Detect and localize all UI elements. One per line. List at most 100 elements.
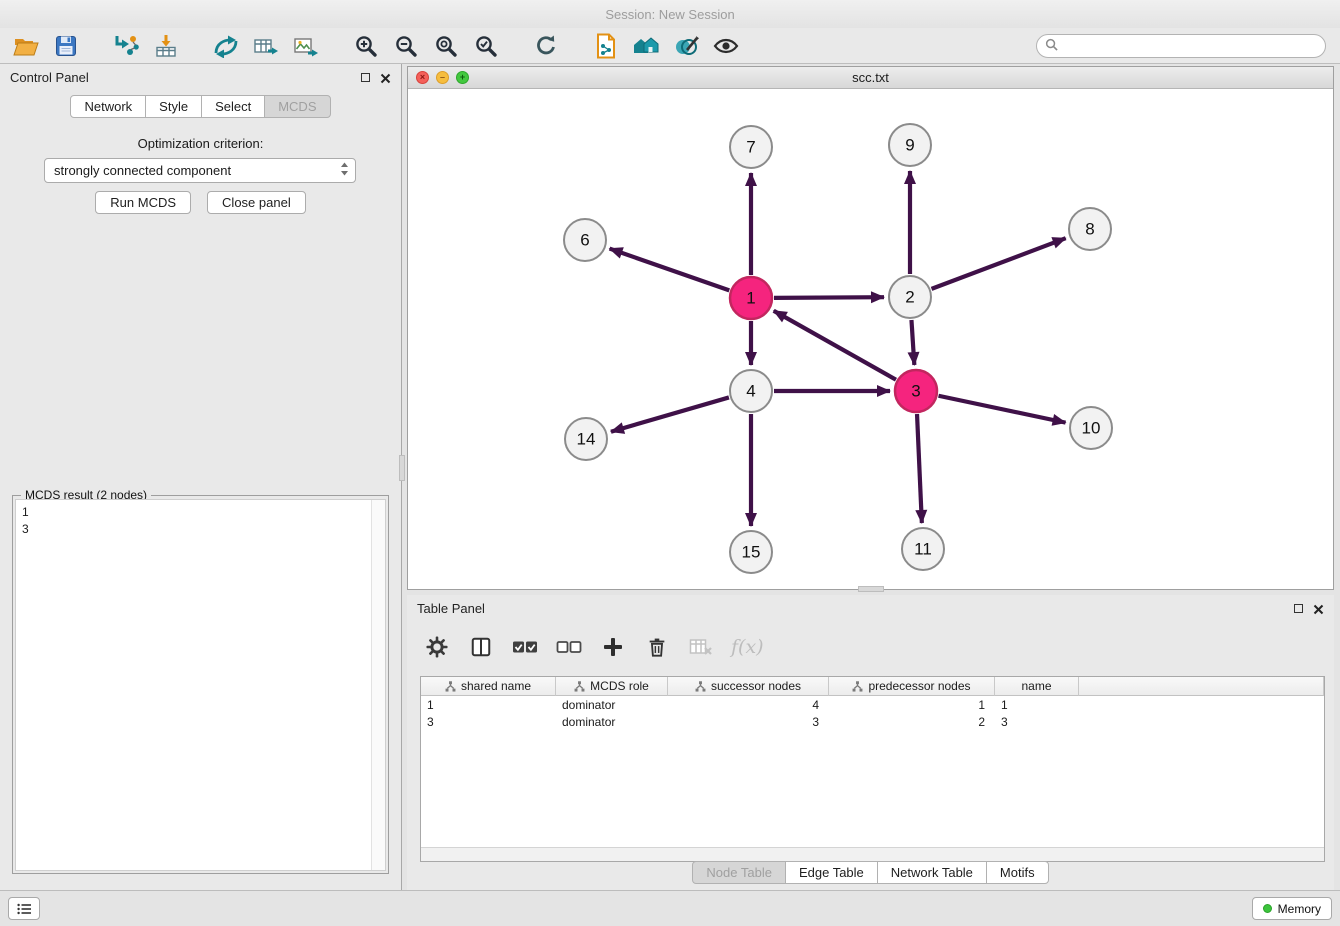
network-graph[interactable]: 7 9 6 8 1 2 4 3 14 10 15 11 [408,89,1333,589]
show-panels-button[interactable] [8,897,40,920]
node-label-14: 14 [577,430,596,449]
zoom-selected-icon[interactable] [470,30,502,62]
new-network-icon[interactable] [210,30,242,62]
edge-1-2[interactable] [774,297,884,298]
tab-network[interactable]: Network [70,95,146,118]
network-canvas[interactable]: 7 9 6 8 1 2 4 3 14 10 15 11 [408,89,1333,589]
unselect-all-icon[interactable] [555,633,583,661]
node-7[interactable]: 7 [730,126,772,168]
cell-mcds-role[interactable]: dominator [556,698,668,712]
node-14[interactable]: 14 [565,418,607,460]
memory-label: Memory [1278,902,1321,916]
node-label-6: 6 [580,231,589,250]
cell-mcds-role[interactable]: dominator [556,715,668,729]
column-selector-icon[interactable] [467,633,495,661]
table-row[interactable]: 1 dominator 4 1 1 [421,696,1324,713]
first-neighbors-icon[interactable] [590,30,622,62]
save-session-icon[interactable] [50,30,82,62]
select-all-icon[interactable] [511,633,539,661]
cell-successor-nodes[interactable]: 3 [668,715,829,729]
memory-button[interactable]: Memory [1252,897,1332,920]
float-panel-icon[interactable] [361,73,370,82]
control-panel-header: Control Panel [0,64,401,90]
cell-predecessor-nodes[interactable]: 1 [829,698,995,712]
cell-shared-name[interactable]: 1 [421,698,556,712]
open-folder-icon[interactable] [10,30,42,62]
node-10[interactable]: 10 [1070,407,1112,449]
edge-3-11[interactable] [917,414,922,523]
node-table[interactable]: shared name MCDS role successor nodes pr… [420,676,1325,862]
export-table-icon[interactable] [250,30,282,62]
import-table-icon[interactable] [150,30,182,62]
network-window-titlebar[interactable]: × – + scc.txt [408,67,1333,89]
column-header-shared-name[interactable]: shared name [421,677,556,696]
column-header-successor-nodes[interactable]: successor nodes [668,677,829,696]
node-1[interactable]: 1 [730,277,772,319]
edge-2-8[interactable] [932,238,1066,289]
node-label-3: 3 [911,382,920,401]
minimize-window-button[interactable]: – [436,71,449,84]
table-row[interactable]: 3 dominator 3 2 3 [421,713,1324,730]
criterion-dropdown[interactable]: strongly connected component [44,158,356,183]
node-8[interactable]: 8 [1069,208,1111,250]
cell-successor-nodes[interactable]: 4 [668,698,829,712]
edge-3-10[interactable] [939,396,1066,423]
table-horizontal-scrollbar[interactable] [421,847,1324,861]
close-panel-icon[interactable] [380,72,391,83]
node-15[interactable]: 15 [730,531,772,573]
tab-edge-table[interactable]: Edge Table [785,861,878,884]
node-label-7: 7 [746,138,755,157]
search-field[interactable] [1036,34,1326,58]
node-6[interactable]: 6 [564,219,606,261]
float-table-panel-icon[interactable] [1294,604,1303,613]
refresh-view-icon[interactable] [530,30,562,62]
node-2[interactable]: 2 [889,276,931,318]
edge-3-1[interactable] [774,311,896,380]
result-scrollbar[interactable] [371,500,385,870]
home-views-icon[interactable] [630,30,662,62]
tab-select[interactable]: Select [201,95,265,118]
horizontal-splitter-grip[interactable] [858,586,884,592]
column-header-name[interactable]: name [995,677,1079,696]
export-image-icon[interactable] [290,30,322,62]
cell-predecessor-nodes[interactable]: 2 [829,715,995,729]
edge-1-6[interactable] [610,249,730,291]
node-11[interactable]: 11 [902,528,944,570]
column-label: predecessor nodes [868,679,970,693]
node-9[interactable]: 9 [889,124,931,166]
zoom-window-button[interactable]: + [456,71,469,84]
tab-motifs[interactable]: Motifs [986,861,1049,884]
tab-style[interactable]: Style [145,95,202,118]
zoom-in-icon[interactable] [350,30,382,62]
cell-name[interactable]: 3 [995,715,1079,729]
close-table-panel-icon[interactable] [1313,603,1324,614]
mcds-result-area[interactable]: 13 [15,499,386,871]
zoom-out-icon[interactable] [390,30,422,62]
add-row-icon[interactable] [599,633,627,661]
zoom-fit-icon[interactable] [430,30,462,62]
delete-table-icon [687,633,715,661]
column-header-predecessor-nodes[interactable]: predecessor nodes [829,677,995,696]
search-input[interactable] [1063,39,1317,53]
cell-name[interactable]: 1 [995,698,1079,712]
table-panel-tabs: Node Table Edge Table Network Table Moti… [407,861,1334,884]
run-mcds-button[interactable]: Run MCDS [95,191,191,214]
cell-shared-name[interactable]: 3 [421,715,556,729]
column-header-mcds-role[interactable]: MCDS role [556,677,668,696]
delete-row-trash-icon[interactable] [643,633,671,661]
close-panel-button[interactable]: Close panel [207,191,306,214]
import-network-icon[interactable] [110,30,142,62]
column-label: shared name [461,679,531,693]
vertical-splitter-grip[interactable] [399,455,405,481]
show-hide-eye-icon[interactable] [710,30,742,62]
edge-2-3[interactable] [911,320,914,365]
tab-mcds[interactable]: MCDS [264,95,330,118]
tab-node-table[interactable]: Node Table [692,861,786,884]
edge-4-14[interactable] [611,397,729,431]
node-3[interactable]: 3 [895,370,937,412]
node-4[interactable]: 4 [730,370,772,412]
table-settings-gear-icon[interactable] [423,633,451,661]
tab-network-table[interactable]: Network Table [877,861,987,884]
apply-style-icon[interactable] [670,30,702,62]
close-window-button[interactable]: × [416,71,429,84]
